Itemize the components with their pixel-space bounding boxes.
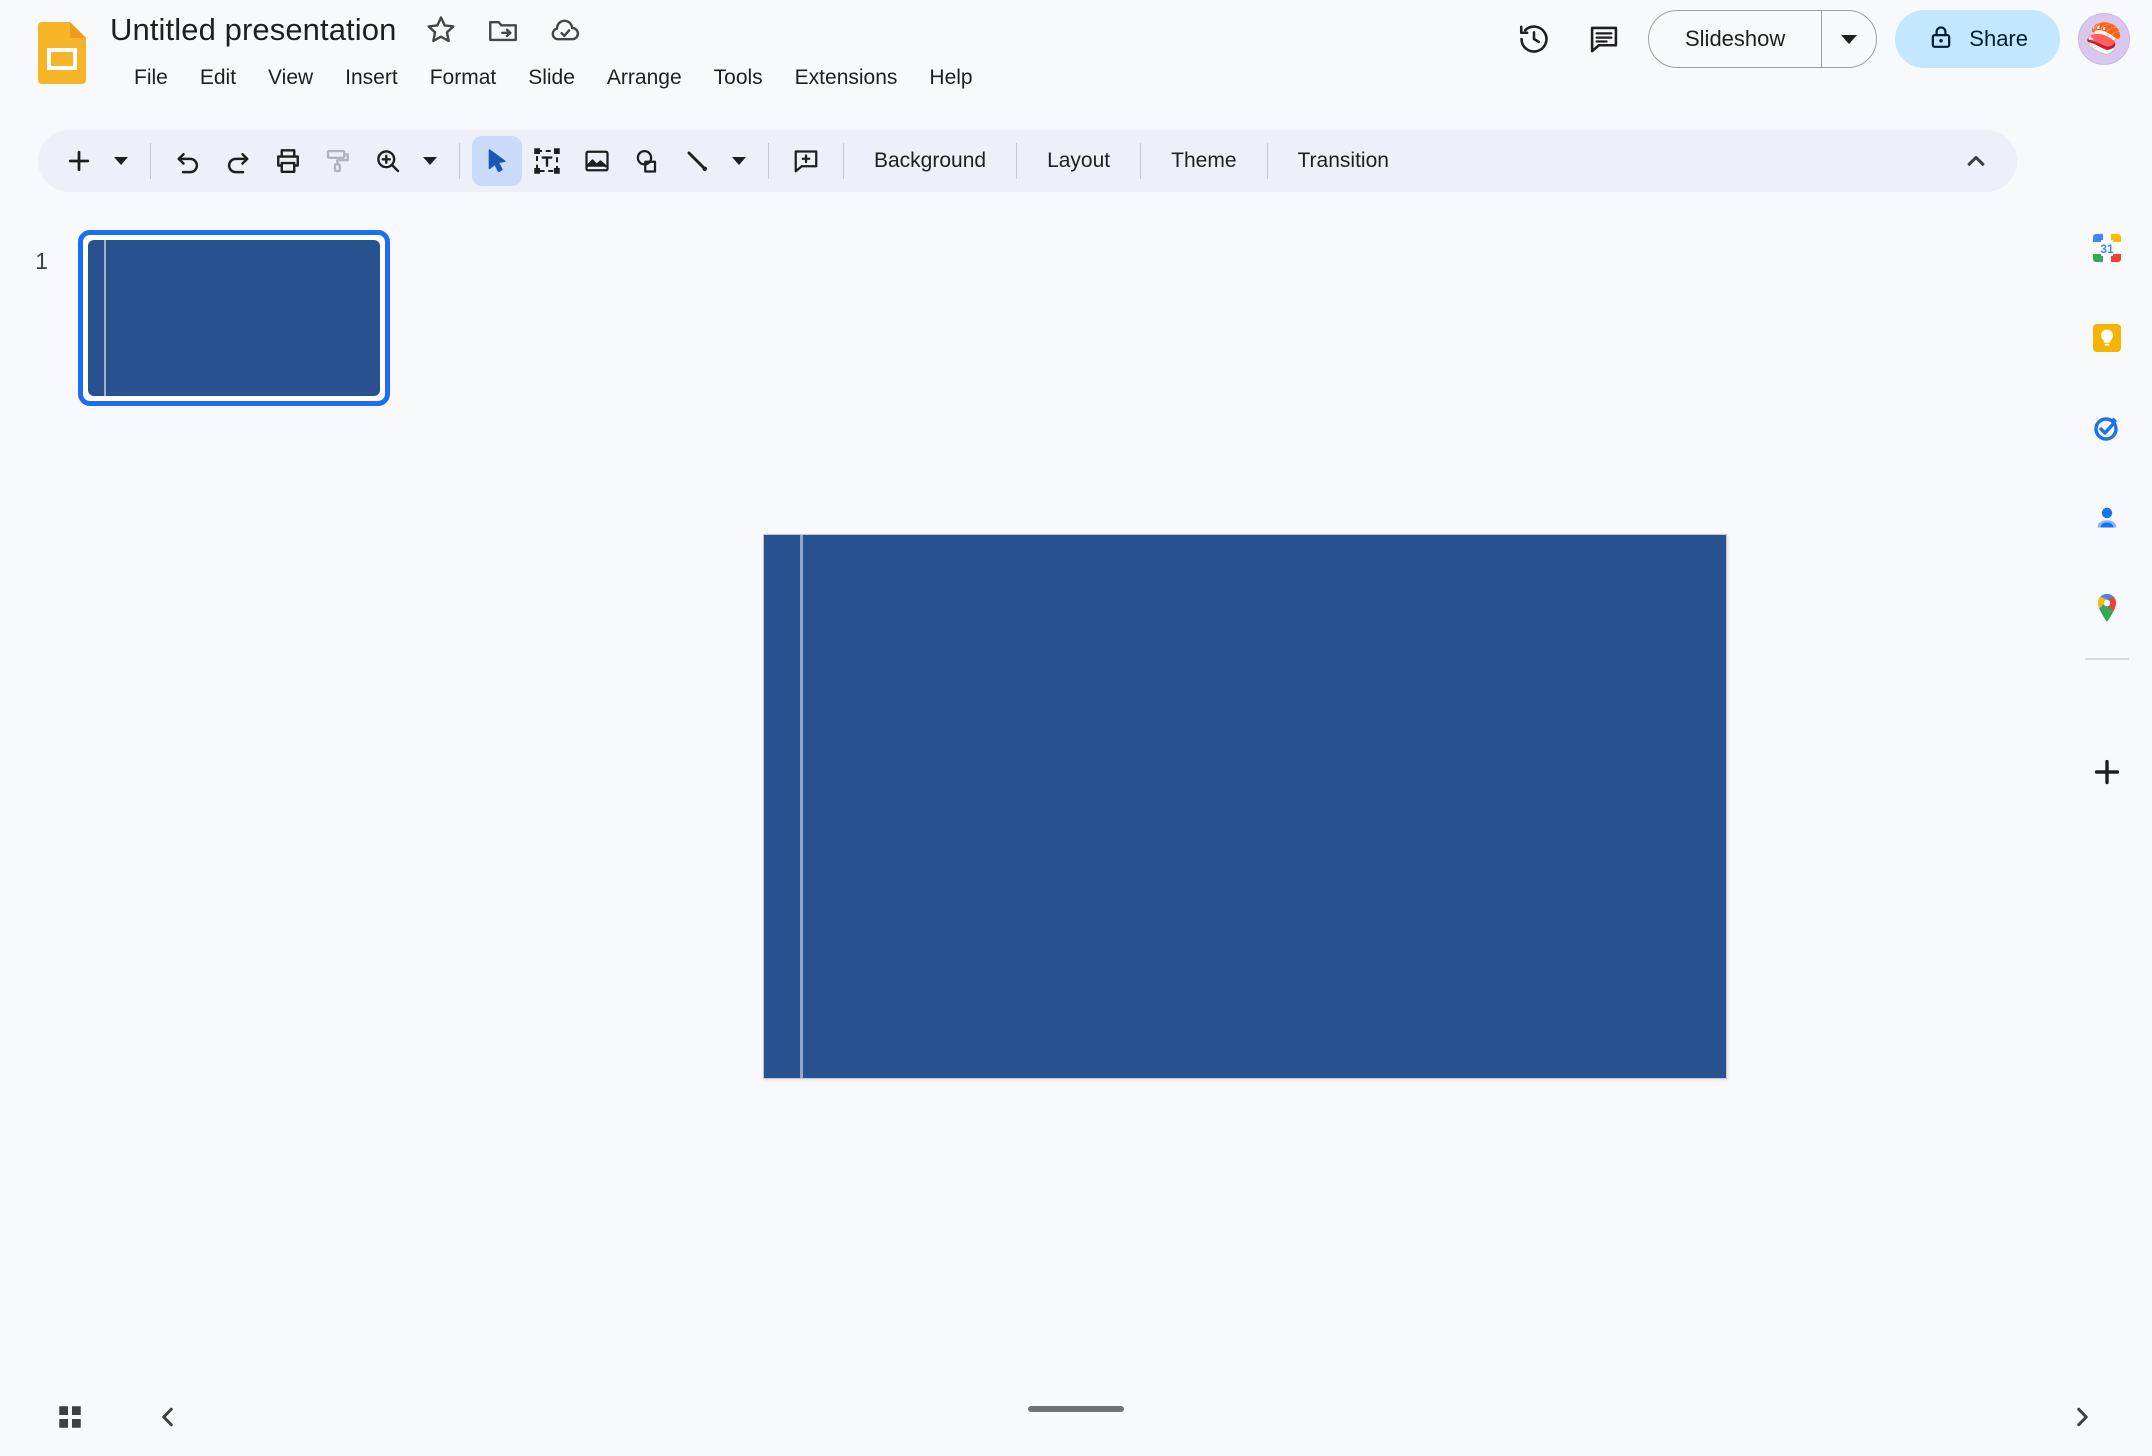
theme-button[interactable]: Theme — [1153, 140, 1254, 182]
menu-extensions[interactable]: Extensions — [779, 62, 914, 94]
sidebar-divider — [2085, 658, 2129, 660]
line-dropdown[interactable] — [722, 136, 756, 186]
version-history-icon[interactable] — [1508, 13, 1560, 65]
star-icon[interactable] — [424, 13, 458, 47]
menu-edit[interactable]: Edit — [184, 62, 252, 94]
slideshow-button[interactable]: Slideshow — [1649, 11, 1821, 67]
page-title[interactable]: Untitled presentation — [110, 12, 396, 48]
comment-icon[interactable] — [1578, 13, 1630, 65]
slide-accent-line — [104, 240, 107, 396]
slide-accent-line — [800, 535, 803, 1078]
avatar-glyph: 🍣 — [2085, 22, 2123, 56]
menu-tools[interactable]: Tools — [698, 62, 779, 94]
speaker-notes-resize-handle[interactable] — [1028, 1406, 1124, 1412]
slide-number: 1 — [35, 248, 48, 274]
slide-thumbnail-frame[interactable] — [78, 230, 390, 406]
bottom-bar — [0, 1378, 2152, 1456]
redo-button[interactable] — [213, 136, 263, 186]
grid-view-button[interactable] — [42, 1389, 98, 1445]
slide-filmstrip: 1 — [0, 212, 430, 1378]
layout-button[interactable]: Layout — [1029, 140, 1128, 182]
google-keep-icon[interactable] — [2079, 310, 2135, 366]
paint-format-button[interactable] — [313, 136, 363, 186]
cloud-saved-icon[interactable] — [548, 13, 582, 47]
caret-down-icon — [114, 157, 128, 165]
share-label: Share — [1969, 26, 2028, 51]
transition-button[interactable]: Transition — [1280, 140, 1407, 182]
background-button[interactable]: Background — [856, 140, 1004, 182]
caret-glyph — [1841, 34, 1858, 44]
menu-insert[interactable]: Insert — [329, 62, 414, 94]
account-avatar[interactable]: 🍣 — [2078, 13, 2130, 65]
new-slide-button[interactable] — [54, 136, 104, 186]
zoom-button[interactable] — [363, 136, 413, 186]
collapse-filmstrip-button[interactable] — [140, 1389, 196, 1445]
title-row: Untitled presentation — [110, 12, 582, 48]
shape-button[interactable] — [622, 136, 672, 186]
current-slide[interactable] — [763, 534, 1727, 1079]
toolbar-separator — [459, 143, 460, 179]
top-bar: Untitled presentation File Edit View Ins… — [0, 0, 2152, 120]
caret-down-icon — [732, 157, 746, 165]
add-comment-button[interactable] — [781, 136, 831, 186]
expand-side-panel-button[interactable] — [2054, 1389, 2110, 1445]
toolbar-separator — [843, 143, 844, 179]
toolbar-separator — [150, 143, 151, 179]
google-tasks-icon[interactable] — [2079, 400, 2135, 456]
menu-format[interactable]: Format — [414, 62, 513, 94]
google-contacts-icon[interactable] — [2079, 490, 2135, 546]
text-box-button[interactable] — [522, 136, 572, 186]
menu-view[interactable]: View — [252, 62, 329, 94]
zoom-dropdown[interactable] — [413, 136, 447, 186]
chevron-down-icon[interactable] — [1822, 11, 1876, 67]
slides-app-window: Untitled presentation File Edit View Ins… — [0, 0, 2152, 1456]
menu-arrange[interactable]: Arrange — [591, 62, 698, 94]
toolbar-separator — [1016, 143, 1018, 179]
new-slide-dropdown[interactable] — [104, 136, 138, 186]
toolbar-separator — [768, 143, 769, 179]
slideshow-button-group: Slideshow — [1648, 10, 1878, 68]
main-toolbar: Background Layout Theme Transition — [38, 130, 2017, 192]
filmstrip-slide-1[interactable]: 1 — [0, 230, 390, 406]
print-button[interactable] — [263, 136, 313, 186]
line-button[interactable] — [672, 136, 722, 186]
move-to-folder-icon[interactable] — [486, 13, 520, 47]
toolbar-separator — [1266, 143, 1268, 179]
menu-slide[interactable]: Slide — [512, 62, 591, 94]
slide-canvas-area[interactable] — [430, 212, 2062, 1378]
toolbar-separator — [1140, 143, 1142, 179]
menu-file[interactable]: File — [118, 62, 184, 94]
undo-button[interactable] — [163, 136, 213, 186]
menu-help[interactable]: Help — [913, 62, 988, 94]
select-tool-button[interactable] — [472, 136, 522, 186]
google-maps-icon[interactable] — [2079, 580, 2135, 636]
insert-image-button[interactable] — [572, 136, 622, 186]
top-right-controls: Slideshow Share 🍣 — [1508, 10, 2130, 68]
slide-thumbnail — [88, 240, 380, 396]
google-calendar-icon[interactable]: 31 — [2079, 220, 2135, 276]
menu-bar: File Edit View Insert Format Slide Arran… — [118, 62, 989, 94]
slides-file-icon — [38, 22, 86, 84]
lock-icon — [1927, 23, 1955, 56]
share-button[interactable]: Share — [1895, 10, 2060, 68]
svg-text:31: 31 — [2100, 242, 2114, 256]
caret-down-icon — [423, 157, 437, 165]
collapse-toolbar-button[interactable] — [1951, 136, 2001, 186]
get-add-ons-button[interactable] — [2079, 744, 2135, 800]
side-panel: 31 — [2062, 212, 2152, 1378]
